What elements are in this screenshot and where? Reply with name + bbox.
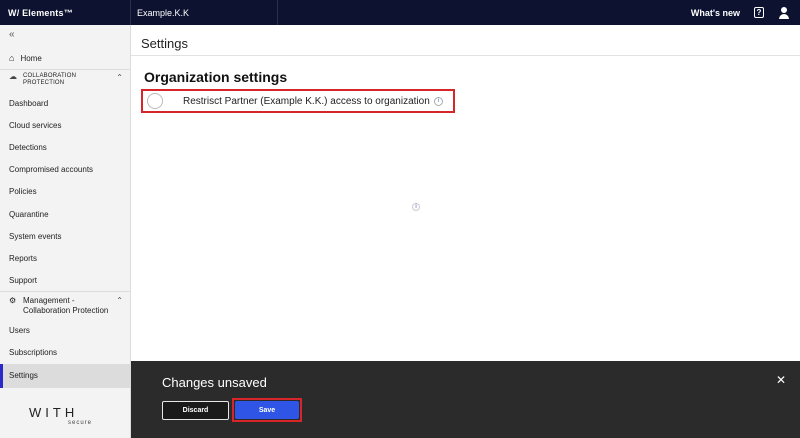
sidebar-item-label: Support: [9, 275, 38, 285]
save-button[interactable]: Save: [235, 401, 299, 419]
product-name: W/ Elements™: [8, 7, 73, 18]
home-icon: ⌂: [9, 53, 15, 63]
section-title: Management - Collaboration Protection: [23, 296, 109, 315]
sidebar-item-label: Home: [20, 53, 42, 63]
sidebar-item-label: System events: [9, 231, 62, 241]
organization-name: Example.K.K: [137, 7, 190, 18]
sidebar-item-label: Subscriptions: [9, 347, 58, 357]
sidebar-section-collaboration[interactable]: ☁ COLLABORATION PROTECTION: [9, 73, 119, 87]
section-heading: Organization settings: [144, 69, 288, 85]
changes-unsaved-bar: Changes unsaved ✕ Discard Save: [131, 361, 800, 438]
user-icon[interactable]: [778, 6, 790, 19]
sidebar-item-system-events[interactable]: System events: [9, 229, 61, 243]
close-icon[interactable]: ✕: [776, 373, 786, 387]
whats-new-link[interactable]: What's new: [691, 8, 740, 18]
sidebar-item-label: Compromised accounts: [9, 164, 94, 174]
sidebar: « ⌂ Home ☁ COLLABORATION PROTECTION ⌃ Da…: [0, 25, 131, 438]
sidebar-item-compromised-accounts[interactable]: Compromised accounts: [9, 162, 93, 176]
sidebar-item-home[interactable]: ⌂ Home: [9, 51, 42, 65]
sidebar-item-users[interactable]: Users: [9, 323, 30, 337]
sidebar-item-label: Quarantine: [9, 209, 49, 219]
sidebar-item-label: Cloud services: [9, 120, 62, 130]
info-icon[interactable]: i: [433, 96, 443, 106]
sidebar-item-reports[interactable]: Reports: [9, 251, 37, 265]
sidebar-item-label: Policies: [9, 186, 37, 196]
sidebar-item-label: Settings: [9, 370, 38, 380]
top-bar: W/ Elements™ Example.K.K What's new ?: [0, 0, 800, 25]
chevron-up-icon[interactable]: ⌃: [116, 296, 123, 305]
loading-indicator: i: [409, 203, 420, 211]
sidebar-item-quarantine[interactable]: Quarantine: [9, 207, 49, 221]
title-divider: [131, 55, 800, 56]
withsecure-logo-sub: secure: [68, 420, 93, 426]
chevron-up-icon[interactable]: ⌃: [116, 73, 123, 82]
sidebar-item-detections[interactable]: Detections: [9, 140, 47, 154]
discard-button[interactable]: Discard: [162, 401, 229, 420]
sidebar-item-subscriptions[interactable]: Subscriptions: [9, 345, 57, 359]
changes-title: Changes unsaved: [162, 375, 267, 390]
sidebar-item-support[interactable]: Support: [9, 273, 37, 287]
withsecure-logo: WITH: [29, 405, 79, 420]
section-title: COLLABORATION PROTECTION: [23, 73, 77, 86]
sidebar-item-policies[interactable]: Policies: [9, 184, 37, 198]
sidebar-section-management[interactable]: ⚙ Management - Collaboration Protection: [9, 296, 114, 316]
cloud-shield-icon: ☁: [9, 72, 18, 81]
info-icon: i: [412, 203, 420, 211]
restrict-partner-setting: Restrisct Partner (Example K.K.) access …: [141, 89, 455, 113]
sidebar-item-dashboard[interactable]: Dashboard: [9, 96, 48, 110]
setting-label: Restrisct Partner (Example K.K.) access …: [183, 95, 430, 107]
gear-icon: ⚙: [9, 296, 17, 305]
organization-selector[interactable]: Example.K.K: [131, 0, 278, 25]
sidebar-item-cloud-services[interactable]: Cloud services: [9, 118, 61, 132]
sidebar-item-label: Detections: [9, 142, 47, 152]
brand-logo[interactable]: W/ Elements™: [0, 0, 131, 25]
collapse-sidebar-icon[interactable]: «: [9, 29, 15, 40]
sidebar-item-label: Users: [9, 325, 30, 335]
sidebar-item-label: Dashboard: [9, 98, 49, 108]
restrict-partner-toggle[interactable]: [147, 93, 163, 109]
help-icon[interactable]: ?: [754, 7, 764, 18]
page-title: Settings: [141, 36, 188, 51]
sidebar-item-label: Reports: [9, 253, 38, 263]
sidebar-item-settings[interactable]: Settings: [9, 368, 38, 382]
